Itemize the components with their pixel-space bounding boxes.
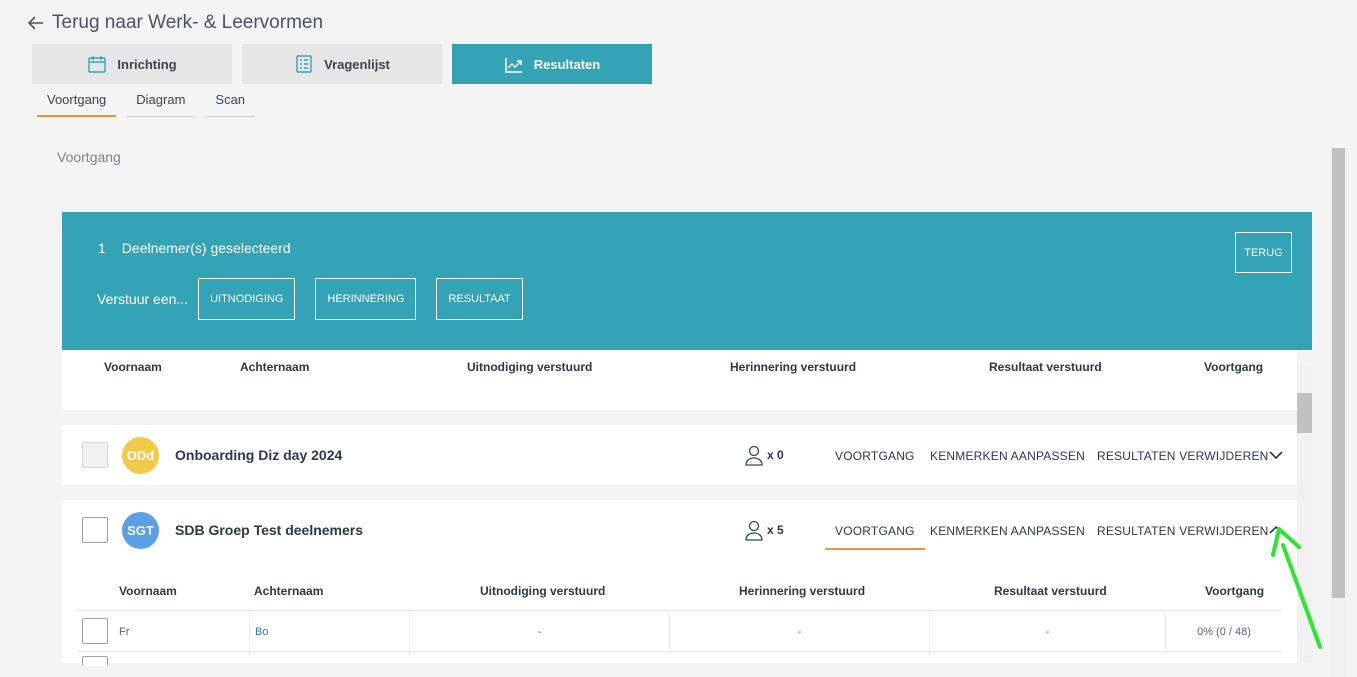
col-last-name: Achternaam: [254, 584, 324, 598]
group-row: ODd Onboarding Diz day 2024 x 0 VOORTGAN…: [62, 425, 1297, 485]
kenmerken-aanpassen-action[interactable]: KENMERKEN AANPASSEN: [930, 524, 1085, 538]
col-progress: Voortgang: [1205, 584, 1265, 598]
last-name-link[interactable]: Bo: [255, 626, 268, 638]
chevron-up-icon[interactable]: [1268, 522, 1284, 538]
arrow-left-icon: [27, 16, 43, 30]
avatar: ODd: [122, 437, 159, 474]
person-icon: [745, 520, 763, 541]
selection-bar: 1 Deelnemer(s) geselecteerd Verstuur een…: [62, 212, 1312, 350]
tab-label: Inrichting: [117, 56, 177, 72]
member-count: x 0: [744, 444, 784, 466]
col-invite: Uitnodiging verstuurd: [467, 360, 593, 374]
table-header-behind: Voornaam Achternaam Uitnodiging verstuur…: [62, 350, 1297, 410]
send-invite-button[interactable]: UITNODIGING: [198, 278, 296, 320]
col-first-name: Voornaam: [104, 360, 162, 374]
col-reminder: Herinnering verstuurd: [730, 360, 857, 374]
chevron-down-icon[interactable]: [1268, 447, 1284, 463]
group-name: SDB Groep Test deelnemers: [175, 522, 364, 538]
group-name: Onboarding Diz day 2024: [175, 447, 343, 463]
person-icon: [745, 445, 763, 466]
voortgang-action[interactable]: VOORTGANG: [825, 524, 925, 550]
reminder-sent-cell: -: [669, 611, 929, 653]
first-name-cell: Fr: [119, 626, 130, 638]
group-row: SGT SDB Groep Test deelnemers x 5 VOORTG…: [62, 500, 1297, 666]
tab-label: Vragenlijst: [324, 56, 390, 72]
tab-resultaten[interactable]: Resultaten: [452, 44, 652, 84]
back-link[interactable]: Terug naar Werk- & Leervormen: [26, 12, 323, 34]
trend-chart-icon: [505, 58, 522, 73]
inner-scrollbar-thumb[interactable]: [1297, 393, 1312, 433]
col-progress: Voortgang: [1204, 360, 1264, 374]
sub-tabs: Voortgang Diagram Scan: [37, 86, 256, 117]
group-checkbox[interactable]: [82, 517, 108, 543]
col-reminder: Herinnering verstuurd: [739, 584, 866, 598]
col-first-name: Voornaam: [119, 584, 177, 598]
result-sent-cell: -: [929, 611, 1165, 653]
send-actions: Verstuur een... UITNODIGING HERINNERING …: [97, 278, 523, 320]
group-checkbox[interactable]: [82, 442, 108, 468]
kenmerken-aanpassen-action[interactable]: KENMERKEN AANPASSEN: [930, 449, 1085, 463]
page-scrollbar[interactable]: [1330, 148, 1347, 677]
col-last-name: Achternaam: [240, 360, 310, 374]
checklist-icon: [296, 55, 312, 73]
send-reminder-button[interactable]: HERINNERING: [315, 278, 417, 320]
col-result: Resultaat verstuurd: [994, 584, 1107, 598]
send-label: Verstuur een...: [97, 291, 189, 307]
member-count: x 5: [744, 519, 784, 541]
subtab-diagram[interactable]: Diagram: [126, 86, 196, 117]
selected-count-number: 1: [98, 240, 106, 256]
inner-scrollbar[interactable]: [1297, 365, 1312, 663]
selected-count-label: Deelnemer(s) geselecteerd: [121, 240, 291, 256]
terug-button[interactable]: TERUG: [1235, 232, 1292, 273]
tab-inrichting[interactable]: Inrichting: [32, 44, 232, 84]
member-count-value: x 0: [767, 448, 784, 462]
subtab-scan[interactable]: Scan: [205, 86, 256, 117]
back-link-label: Terug naar Werk- & Leervormen: [52, 12, 324, 33]
member-count-value: x 5: [767, 523, 784, 537]
last-name-cell: Bo: [249, 611, 409, 653]
selection-count: 1 Deelnemer(s) geselecteerd: [98, 240, 291, 256]
page-scrollbar-thumb[interactable]: [1332, 148, 1345, 598]
resultaten-verwijderen-action[interactable]: RESULTATEN VERWIJDEREN: [1097, 524, 1269, 538]
col-invite: Uitnodiging verstuurd: [480, 584, 606, 598]
resultaten-verwijderen-action[interactable]: RESULTATEN VERWIJDEREN: [1097, 449, 1269, 463]
tab-vragenlijst[interactable]: Vragenlijst: [242, 44, 442, 84]
table-row: [77, 652, 1282, 666]
send-result-button[interactable]: RESULTAAT: [436, 278, 523, 320]
calendar-icon: [88, 56, 107, 73]
tab-label: Resultaten: [533, 56, 601, 72]
voortgang-action[interactable]: VOORTGANG: [835, 449, 915, 463]
progress-cell: 0% (0 / 48): [1165, 611, 1282, 653]
participant-checkbox[interactable]: [82, 656, 108, 666]
col-result: Resultaat verstuurd: [989, 360, 1102, 374]
participant-checkbox[interactable]: [82, 618, 108, 644]
avatar: SGT: [122, 512, 159, 549]
table-row: Fr Bo - - - 0% (0 / 48): [77, 610, 1282, 653]
invite-sent-cell: -: [409, 611, 669, 653]
main-tabs: Inrichting Vragenlijst Resultaten: [32, 44, 652, 84]
subtab-voortgang[interactable]: Voortgang: [37, 86, 117, 117]
section-title: Voortgang: [57, 149, 121, 165]
